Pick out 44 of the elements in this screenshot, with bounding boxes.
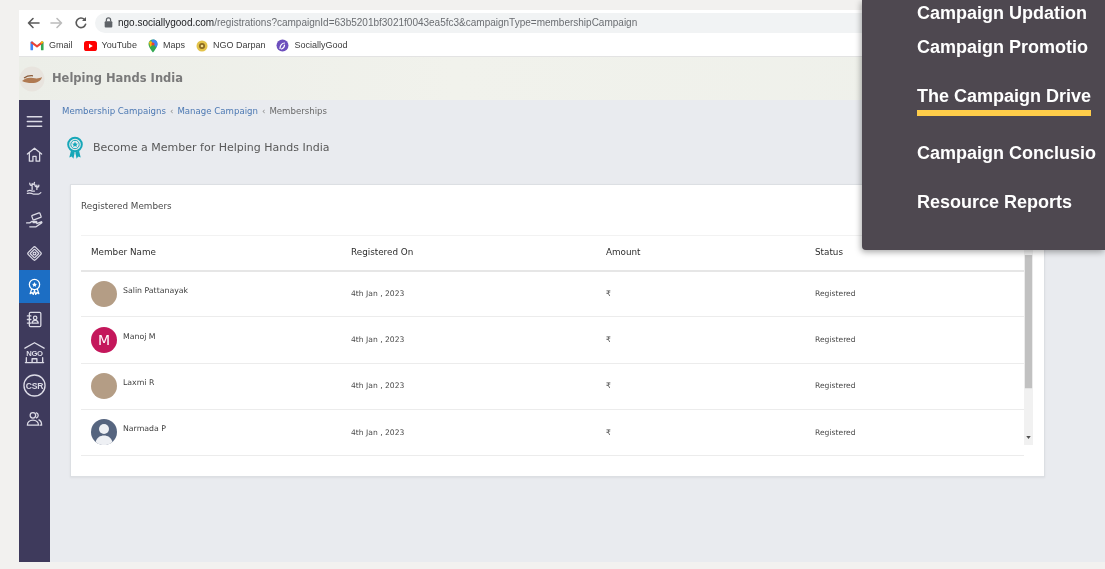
breadcrumb-current: Memberships bbox=[269, 105, 327, 118]
diamond-badge-icon bbox=[25, 244, 44, 263]
scrollbar-thumb[interactable] bbox=[1024, 255, 1033, 389]
back-icon bbox=[26, 15, 40, 30]
breadcrumb-link[interactable]: Membership Campaigns bbox=[62, 105, 166, 118]
scroll-down-arrow-icon[interactable] bbox=[1026, 435, 1031, 440]
menu-link[interactable]: Campaign Promotio bbox=[917, 36, 1088, 58]
breadcrumb-link[interactable]: Manage Campaign bbox=[177, 105, 258, 118]
bookmark-link[interactable]: Gmail bbox=[30, 38, 73, 53]
video-play-icon bbox=[83, 40, 97, 51]
app-title: Helping Hands India bbox=[52, 69, 183, 87]
url-text: ngo.sociallygood.com/registrations?campaignId=63b5201bf3021f0043ea5fc3&campaignType=membershipCampaign bbox=[118, 16, 638, 29]
bookmark-link[interactable]: YouTube bbox=[83, 38, 137, 53]
card-title: Registered Members bbox=[81, 200, 172, 213]
logo-icon bbox=[19, 65, 45, 92]
forward-icon bbox=[50, 15, 64, 30]
reload-icon bbox=[74, 15, 88, 30]
column-header: Member Name bbox=[81, 235, 341, 271]
avatar-photo-placeholder bbox=[91, 373, 117, 400]
award-icon bbox=[66, 136, 84, 160]
sidebar-button[interactable] bbox=[19, 270, 50, 303]
breadcrumb-separator: ‹ bbox=[170, 105, 174, 118]
hand-card-icon bbox=[25, 211, 44, 230]
lock-icon bbox=[104, 17, 113, 28]
emblem-icon bbox=[195, 39, 208, 52]
page-title: Become a Member for Helping Hands India bbox=[93, 139, 330, 156]
column-header: Amount bbox=[596, 235, 805, 271]
bookmark-link[interactable]: SociallyGood bbox=[276, 38, 348, 53]
avatar-initial: M bbox=[91, 326, 117, 353]
mail-icon bbox=[30, 40, 44, 51]
menu-link[interactable]: Resource Reports bbox=[917, 191, 1073, 213]
avatar-photo-placeholder bbox=[91, 280, 117, 307]
home-icon bbox=[25, 145, 44, 164]
bookmark-link[interactable]: NGO Darpan bbox=[195, 38, 266, 53]
people-icon bbox=[25, 409, 44, 428]
user-silhouette-icon bbox=[91, 419, 117, 446]
breadcrumb-separator: ‹ bbox=[261, 105, 266, 118]
swirl-logo-icon bbox=[276, 39, 290, 52]
menu-link[interactable]: Campaign Conclusio bbox=[917, 142, 1096, 164]
contact-book-icon bbox=[25, 310, 44, 329]
menu-link[interactable]: The Campaign Drive bbox=[917, 85, 1092, 116]
column-header: Registered On bbox=[341, 235, 596, 271]
map-pin-icon bbox=[147, 38, 158, 53]
bookmark-link[interactable]: Maps bbox=[147, 38, 185, 53]
